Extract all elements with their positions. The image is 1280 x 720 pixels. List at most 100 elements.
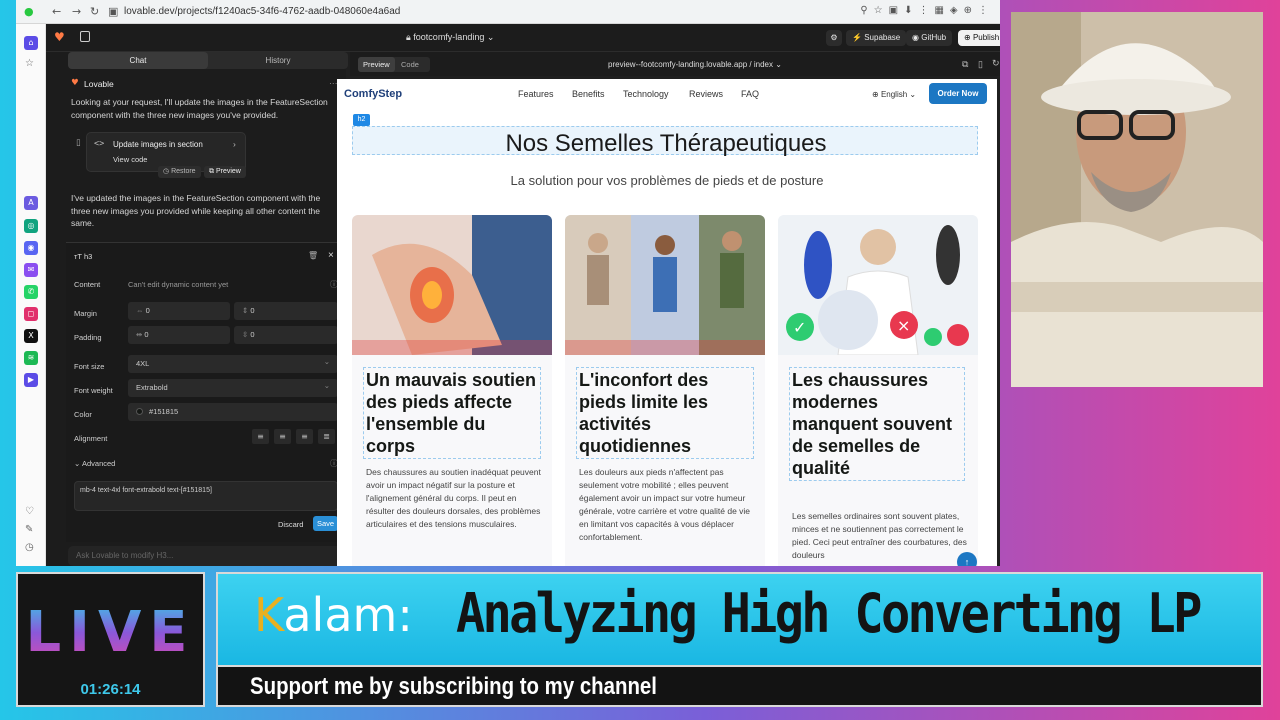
preview-button[interactable]: ⧉ Preview bbox=[204, 166, 246, 178]
view-switcher: Preview Code bbox=[358, 57, 430, 72]
author-name: Lovable bbox=[84, 79, 114, 89]
live-label: LIVE bbox=[18, 600, 203, 665]
project-switcher[interactable]: 🔒︎ footcomfy-landing ⌄ bbox=[406, 32, 494, 43]
margin-y-field[interactable]: ⇕ 0 bbox=[234, 302, 338, 320]
feature-title-2-selection[interactable]: L'inconfort des pieds limite les activit… bbox=[576, 367, 754, 459]
nav-faq[interactable]: FAQ bbox=[741, 89, 759, 99]
chat-tabs: Chat History bbox=[68, 52, 348, 69]
sidebar-toggle-icon[interactable] bbox=[80, 31, 90, 42]
github-button[interactable]: ◉ GitHub bbox=[906, 30, 953, 46]
discard-button[interactable]: Discard bbox=[278, 520, 303, 529]
padding-y-value: 0 bbox=[250, 330, 255, 339]
webcam-feed bbox=[1011, 12, 1263, 387]
alignment-group: ≡ ≡ ≡ ≣ bbox=[252, 429, 342, 445]
website-preview: ComfyStep Features Benefits Technology R… bbox=[337, 79, 997, 566]
tab-history[interactable]: History bbox=[208, 52, 348, 69]
forward-icon[interactable]: → bbox=[72, 5, 81, 18]
whatsapp-icon[interactable]: ✆ bbox=[24, 285, 38, 299]
chat-input[interactable]: Ask Lovable to modify H3... bbox=[68, 546, 346, 566]
order-now-button[interactable]: Order Now bbox=[929, 83, 987, 104]
messenger-icon[interactable]: ✉ bbox=[24, 263, 38, 277]
align-center-icon[interactable]: ≡ bbox=[274, 429, 291, 444]
open-external-icon[interactable]: ⧉ bbox=[962, 59, 968, 70]
section-heading[interactable]: Nos Semelles Thérapeutiques bbox=[353, 130, 979, 158]
stream-subtitle: Support me by subscribing to my channel bbox=[250, 673, 657, 700]
brand-text: alam: bbox=[283, 588, 413, 642]
feature-title-3[interactable]: Les chaussures modernes manquent souvent… bbox=[790, 368, 964, 480]
tab-chat[interactable]: Chat bbox=[68, 52, 208, 69]
trash-icon[interactable]: 🗑︎ bbox=[308, 251, 318, 260]
discord-icon[interactable]: ◉ bbox=[24, 241, 38, 255]
assistant-message-2: I've updated the images in the FeatureSe… bbox=[71, 193, 321, 228]
history-icon[interactable]: ◷ bbox=[25, 542, 34, 553]
advanced-toggle[interactable]: ⌄ Advanced bbox=[74, 459, 115, 468]
font-weight-select[interactable]: Extrabold bbox=[128, 377, 338, 397]
preview-address[interactable]: preview--footcomfy-landing.lovable.app /… bbox=[608, 60, 782, 69]
heart-icon[interactable]: ♡ bbox=[25, 506, 34, 517]
tab-preview[interactable]: Preview bbox=[358, 57, 395, 72]
feature-title-1[interactable]: Un mauvais soutien des pieds affecte l'e… bbox=[364, 368, 540, 458]
close-icon[interactable]: × bbox=[328, 250, 334, 261]
daily-activities-image bbox=[565, 215, 765, 355]
align-left-icon[interactable]: ≡ bbox=[252, 429, 269, 444]
star-icon[interactable]: ☆ bbox=[25, 58, 34, 69]
insoles-image: ✓ × bbox=[778, 215, 978, 355]
padding-x-field[interactable]: ⇹ 0 bbox=[128, 326, 230, 344]
nav-reviews[interactable]: Reviews bbox=[689, 89, 723, 99]
site-nav: ComfyStep Features Benefits Technology R… bbox=[337, 79, 997, 109]
edit-icon[interactable]: ✎ bbox=[25, 524, 33, 535]
lovable-logo-icon[interactable]: ♥ bbox=[54, 30, 65, 44]
feature-title-2[interactable]: L'inconfort des pieds limite les activit… bbox=[577, 368, 753, 458]
supabase-button[interactable]: ⚡ Supabase bbox=[846, 30, 907, 46]
site-logo[interactable]: ComfyStep bbox=[344, 88, 402, 100]
margin-label: Margin bbox=[74, 309, 97, 318]
reload-icon[interactable]: ↻ bbox=[90, 5, 99, 18]
live-badge: LIVE 01:26:14 bbox=[16, 572, 205, 707]
save-button[interactable]: Save bbox=[313, 516, 338, 531]
tab-code[interactable]: Code bbox=[396, 57, 424, 72]
spotify-icon[interactable]: ≋ bbox=[24, 351, 38, 365]
home-icon[interactable]: ⌂ bbox=[24, 36, 38, 50]
margin-x-field[interactable]: ⇔ 0 bbox=[128, 302, 230, 320]
element-tag: h3 bbox=[83, 252, 93, 261]
content-value: Can't edit dynamic content yet bbox=[128, 280, 229, 289]
view-code-link[interactable]: View code bbox=[113, 155, 147, 164]
padding-y-field[interactable]: ⇳ 0 bbox=[234, 326, 338, 344]
address-bar[interactable]: lovable.dev/projects/f1240ac5-34f6-4762-… bbox=[124, 6, 400, 17]
mobile-view-icon[interactable]: ▯ bbox=[978, 59, 983, 70]
preview-label: Preview bbox=[215, 168, 241, 175]
color-field[interactable]: #151815 bbox=[128, 403, 338, 421]
back-icon[interactable]: ← bbox=[52, 5, 61, 18]
window-dot-icon: ● bbox=[24, 5, 34, 18]
browser-extension-icons[interactable]: ⚲☆▣⬇⋮▦◈⊕⋮ bbox=[860, 5, 994, 16]
x-icon[interactable]: X bbox=[24, 329, 38, 343]
site-info-icon[interactable]: ▣ bbox=[108, 5, 118, 18]
app-b-icon[interactable]: ▶ bbox=[24, 373, 38, 387]
chevron-down-icon: ⌄ bbox=[74, 459, 82, 468]
restore-button[interactable]: ◷ Restore bbox=[158, 166, 201, 178]
bookmark-icon[interactable]: ▯ bbox=[76, 138, 81, 148]
class-input[interactable]: mb-4 text-4xl font-extrabold text-[#1518… bbox=[74, 481, 338, 511]
feature-text-1: Des chaussures au soutien inadéquat peuv… bbox=[366, 467, 541, 529]
nav-technology[interactable]: Technology bbox=[623, 89, 669, 99]
feature-title-3-selection[interactable]: Les chaussures modernes manquent souvent… bbox=[789, 367, 965, 481]
feature-card-1: Un mauvais soutien des pieds affecte l'e… bbox=[352, 215, 552, 566]
scroll-top-button[interactable]: ↑ bbox=[957, 552, 977, 566]
nav-features[interactable]: Features bbox=[518, 89, 554, 99]
app-a-icon[interactable]: A bbox=[24, 196, 38, 210]
heading-selection[interactable]: Nos Semelles Thérapeutiques bbox=[352, 126, 979, 158]
language-select[interactable]: ⊕ English ⌄ bbox=[872, 90, 916, 99]
instagram-icon[interactable]: ◻ bbox=[24, 307, 38, 321]
settings-icon[interactable]: ⚙ bbox=[826, 30, 842, 46]
horizontal-spacing-icon: ⇔ bbox=[136, 306, 146, 315]
publish-button[interactable]: ⊕ Publish bbox=[958, 30, 1000, 46]
refresh-icon[interactable]: ↻ bbox=[992, 58, 1000, 69]
font-size-select[interactable]: 4XL bbox=[128, 353, 338, 373]
alignment-label: Alignment bbox=[74, 434, 108, 443]
chatgpt-icon[interactable]: ◎ bbox=[24, 219, 38, 233]
font-size-label: Font size bbox=[74, 362, 105, 371]
align-justify-icon[interactable]: ≣ bbox=[318, 429, 335, 444]
feature-title-1-selection[interactable]: Un mauvais soutien des pieds affecte l'e… bbox=[363, 367, 541, 459]
nav-benefits[interactable]: Benefits bbox=[572, 89, 605, 99]
align-right-icon[interactable]: ≡ bbox=[296, 429, 313, 444]
